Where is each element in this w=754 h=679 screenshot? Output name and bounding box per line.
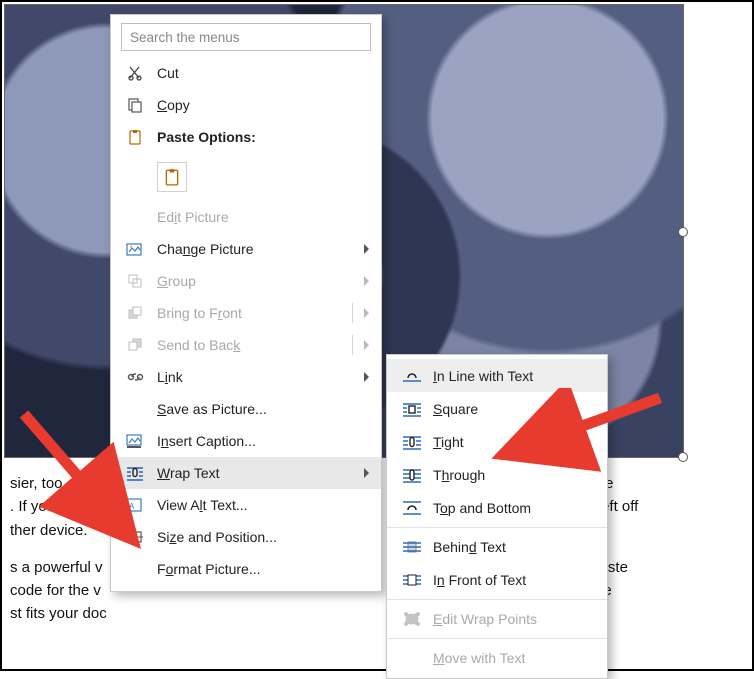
menu-group: Group: [111, 265, 381, 297]
search-input[interactable]: Search the menus: [121, 23, 371, 51]
menu-size-position[interactable]: Size and Position...: [111, 521, 381, 553]
copy-icon: [123, 97, 147, 113]
menu-link[interactable]: Link: [111, 361, 381, 393]
menu-label: Move with Text: [433, 650, 525, 666]
link-icon: [123, 369, 147, 385]
menu-label: Send to Back: [157, 337, 240, 353]
menu-label: Paste Options:: [157, 129, 256, 145]
resize-handle-right[interactable]: [678, 227, 688, 237]
menu-save-as-picture[interactable]: Save as Picture...: [111, 393, 381, 425]
cut-icon: [123, 65, 147, 81]
menu-change-picture[interactable]: Change Picture: [111, 233, 381, 265]
menu-label: Insert Caption...: [157, 433, 256, 449]
menu-label: In Front of Text: [433, 572, 526, 588]
menu-label: Bring to Front: [157, 305, 242, 321]
menu-label: Link: [157, 369, 183, 385]
wrap-text-submenu: In Line with Text Square Tight Through T…: [386, 354, 608, 679]
menu-label: Save as Picture...: [157, 401, 267, 417]
menu-label: View Alt Text...: [157, 497, 248, 513]
menu-label: In Line with Text: [433, 368, 533, 384]
menu-label: Edit Picture: [157, 209, 229, 225]
send-back-icon: [123, 337, 147, 353]
menu-send-back: Send to Back: [111, 329, 381, 361]
submenu-through[interactable]: Through: [387, 458, 607, 491]
submenu-edit-wrap-points: Edit Wrap Points: [387, 599, 607, 635]
tight-icon: [399, 434, 425, 450]
menu-label: Edit Wrap Points: [433, 611, 537, 627]
menu-format-picture[interactable]: Format Picture...: [111, 553, 381, 585]
submenu-behind[interactable]: Behind Text: [387, 527, 607, 563]
menu-wrap-text[interactable]: Wrap Text: [111, 457, 381, 489]
change-picture-icon: [123, 241, 147, 257]
menu-insert-caption[interactable]: Insert Caption...: [111, 425, 381, 457]
paste-options-row: [111, 153, 381, 201]
menu-label: Square: [433, 401, 478, 417]
menu-label: Tight: [433, 434, 464, 450]
top-bottom-icon: [399, 500, 425, 516]
group-icon: [123, 273, 147, 289]
behind-icon: [399, 539, 425, 555]
menu-edit-picture: Edit Picture: [111, 201, 381, 233]
context-menu: Search the menus Cut Copy Paste Options:: [110, 14, 382, 592]
in-front-icon: [399, 572, 425, 588]
paste-keep-source-button[interactable]: [157, 162, 187, 192]
inline-icon: [399, 368, 425, 384]
through-icon: [399, 467, 425, 483]
wrap-text-icon: [123, 465, 147, 481]
bring-front-icon: [123, 305, 147, 321]
document-canvas: sier, too, in he us on the . If you need…: [0, 0, 754, 671]
submenu-square[interactable]: Square: [387, 392, 607, 425]
menu-label: Top and Bottom: [433, 500, 531, 516]
alt-text-icon: A: [123, 497, 147, 513]
menu-label: Cut: [157, 65, 179, 81]
submenu-inline[interactable]: In Line with Text: [387, 359, 607, 392]
menu-cut[interactable]: Cut: [111, 57, 381, 89]
menu-paste-options: Paste Options:: [111, 121, 381, 153]
paste-icon: [123, 129, 147, 145]
resize-handle-bottom-right[interactable]: [678, 452, 688, 462]
submenu-in-front[interactable]: In Front of Text: [387, 563, 607, 596]
menu-label: Size and Position...: [157, 529, 277, 545]
submenu-top-bottom[interactable]: Top and Bottom: [387, 491, 607, 524]
size-position-icon: [123, 529, 147, 545]
menu-label: Change Picture: [157, 241, 254, 257]
edit-wrap-points-icon: [399, 611, 425, 627]
insert-caption-icon: [123, 433, 147, 449]
menu-label: Wrap Text: [157, 465, 220, 481]
menu-copy[interactable]: Copy: [111, 89, 381, 121]
menu-label: Copy: [157, 97, 190, 113]
menu-bring-front: Bring to Front: [111, 297, 381, 329]
menu-label: Group: [157, 273, 196, 289]
menu-label: Through: [433, 467, 485, 483]
submenu-move-with-text: Move with Text: [387, 638, 607, 674]
submenu-tight[interactable]: Tight: [387, 425, 607, 458]
menu-label: Format Picture...: [157, 561, 261, 577]
menu-view-alt-text[interactable]: A View Alt Text...: [111, 489, 381, 521]
menu-label: Behind Text: [433, 539, 506, 555]
square-icon: [399, 401, 425, 417]
svg-text:A: A: [129, 502, 135, 511]
